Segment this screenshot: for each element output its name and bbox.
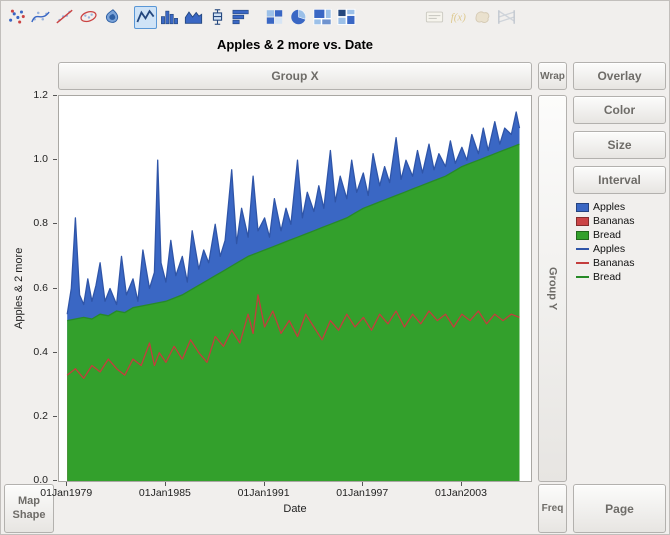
legend-item-bananas-line: Bananas (576, 256, 668, 270)
y-tick-label: 0.6 (33, 281, 48, 294)
legend-item-apples-line: Apples (576, 242, 668, 256)
y-tick-label: 1.2 (33, 89, 48, 101)
legend-swatch-fill (576, 216, 589, 226)
parallel-icon[interactable] (495, 6, 518, 29)
plot-area[interactable] (58, 95, 532, 482)
x-tick-label: 01Jan1985 (138, 487, 191, 499)
bar-icon[interactable] (158, 6, 181, 29)
x-axis-title: Date (283, 503, 307, 515)
y-tick-mark (53, 223, 57, 225)
y-tick-mark (53, 159, 57, 161)
pie-icon[interactable] (287, 6, 310, 29)
y-axis: 0.0 0.2 0.4 0.6 0.8 1.0 1.2 (1, 89, 57, 486)
ellipse-icon[interactable] (77, 6, 100, 29)
legend-swatch-line (576, 262, 589, 264)
histogram-icon[interactable] (230, 6, 253, 29)
drop-zone-group-y[interactable]: Group Y (538, 95, 567, 482)
smoother-icon[interactable] (29, 6, 52, 29)
legend-item-apples-fill: Apples (576, 200, 668, 214)
x-tick-mark (460, 482, 462, 486)
legend-item-bread-line: Bread (576, 270, 668, 284)
line-of-fit-icon[interactable] (53, 6, 76, 29)
x-tick-label: 01Jan1997 (336, 487, 389, 499)
line-icon[interactable] (134, 5, 157, 29)
graph-builder-window: f(x) Apples & 2 more vs. Date Group X Wr… (0, 0, 670, 535)
group-y-label: Group Y (546, 266, 559, 311)
y-tick-mark (53, 480, 57, 481)
drop-zone-overlay[interactable]: Overlay (573, 62, 666, 90)
chart-canvas (66, 111, 521, 481)
legend-label: Apples (593, 243, 626, 255)
treemap-icon[interactable] (311, 6, 334, 29)
y-tick-label: 0.4 (33, 345, 48, 358)
y-tick-label: 0.2 (33, 409, 48, 422)
area-icon[interactable] (182, 6, 205, 29)
y-tick-mark (53, 415, 57, 417)
drop-zone-group-x[interactable]: Group X (58, 62, 532, 90)
heatmap-icon[interactable] (263, 6, 286, 29)
y-tick-label: 0.0 (33, 474, 48, 486)
y-tick-label: 0.8 (33, 217, 48, 230)
points-icon[interactable] (5, 6, 28, 29)
legend: Apples Bananas Bread Apples Bananas Bread (576, 200, 668, 284)
drop-zone-interval[interactable]: Interval (573, 166, 666, 194)
legend-label: Bananas (593, 257, 635, 269)
caption-box-icon[interactable] (423, 6, 446, 29)
legend-swatch-line (576, 276, 589, 278)
svg-text:f(x): f(x) (451, 12, 466, 24)
drop-zone-page[interactable]: Page (573, 484, 666, 533)
x-tick-mark (362, 482, 364, 486)
drop-zone-freq[interactable]: Freq (538, 484, 567, 533)
mosaic-icon[interactable] (335, 6, 358, 29)
legend-label: Apples (593, 201, 626, 213)
x-tick-mark (263, 482, 265, 486)
drop-zone-size[interactable]: Size (573, 131, 666, 159)
map-shapes-icon[interactable] (471, 6, 494, 29)
legend-swatch-fill (576, 230, 589, 240)
legend-label: Bread (593, 229, 622, 241)
legend-swatch-fill (576, 202, 589, 212)
box-plot-icon[interactable] (206, 6, 229, 29)
x-tick-mark (66, 482, 68, 486)
x-tick-label: 01Jan1991 (237, 487, 290, 499)
element-type-toolbar: f(x) (5, 4, 519, 30)
legend-item-bread-fill: Bread (576, 228, 668, 242)
y-tick-label: 1.0 (33, 153, 48, 166)
legend-label: Bananas (593, 215, 635, 227)
x-tick-label: 01Jan1979 (40, 487, 93, 499)
chart-title: Apples & 2 more vs. Date (216, 37, 374, 52)
y-tick-mark (53, 95, 57, 96)
drop-zone-color[interactable]: Color (573, 96, 666, 124)
legend-label: Bread (593, 271, 622, 283)
formula-icon[interactable]: f(x) (447, 6, 470, 29)
y-tick-mark (53, 287, 57, 289)
x-tick-label: 01Jan2003 (434, 487, 487, 499)
contour-icon[interactable] (101, 6, 124, 29)
x-axis: 01Jan1979 01Jan1985 01Jan1991 01Jan1997 01Ja… (40, 482, 532, 500)
legend-swatch-line (576, 248, 589, 250)
legend-item-bananas-fill: Bananas (576, 214, 668, 228)
drop-zone-wrap[interactable]: Wrap (538, 62, 567, 90)
y-tick-mark (53, 351, 57, 353)
x-tick-mark (164, 482, 166, 486)
